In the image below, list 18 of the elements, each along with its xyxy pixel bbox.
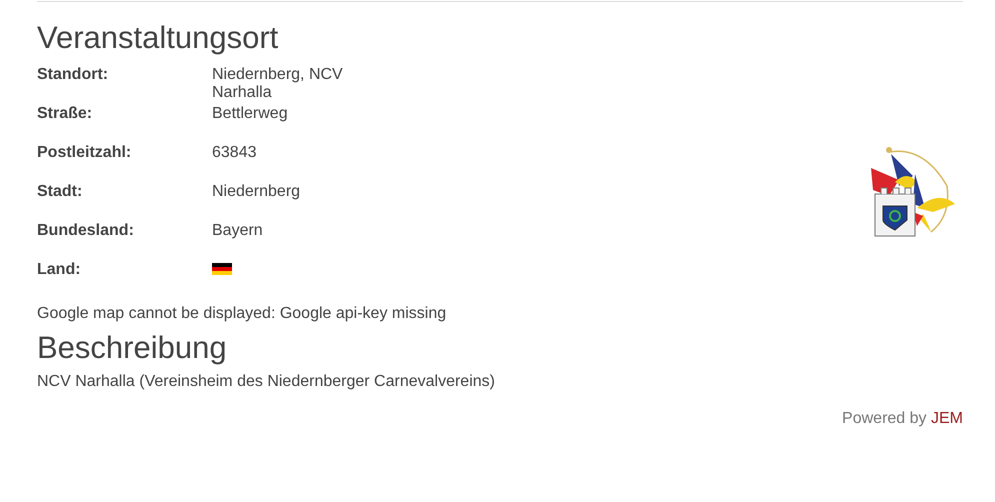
- map-notice: Google map cannot be displayed: Google api-key missing: [37, 304, 448, 324]
- description-text: NCV Narhalla (Vereinsheim des Niedernberger Carnevalvereins): [37, 372, 496, 392]
- section-heading: Veranstaltungsort: [37, 20, 280, 56]
- field-label: Stadt:: [37, 183, 84, 202]
- field-label: Straße:: [37, 105, 94, 124]
- field-value: Niedernberg: [212, 183, 302, 202]
- powered-by-text: Powered by: [842, 410, 927, 427]
- jem-link[interactable]: JEM: [931, 410, 963, 427]
- field-label: Land:: [37, 261, 82, 280]
- field-value: Niedernberg, NCV Narhalla: [212, 66, 344, 103]
- field-value: Bettlerweg: [212, 105, 289, 124]
- field-value: Bayern: [212, 222, 264, 241]
- field-label: Standort:: [37, 66, 110, 85]
- field-label: Postleitzahl:: [37, 144, 132, 163]
- field-label: Bundesland:: [37, 222, 135, 241]
- section-heading: Beschreibung: [37, 330, 228, 366]
- field-value: 63843: [212, 144, 258, 163]
- germany-flag-icon: [212, 263, 232, 275]
